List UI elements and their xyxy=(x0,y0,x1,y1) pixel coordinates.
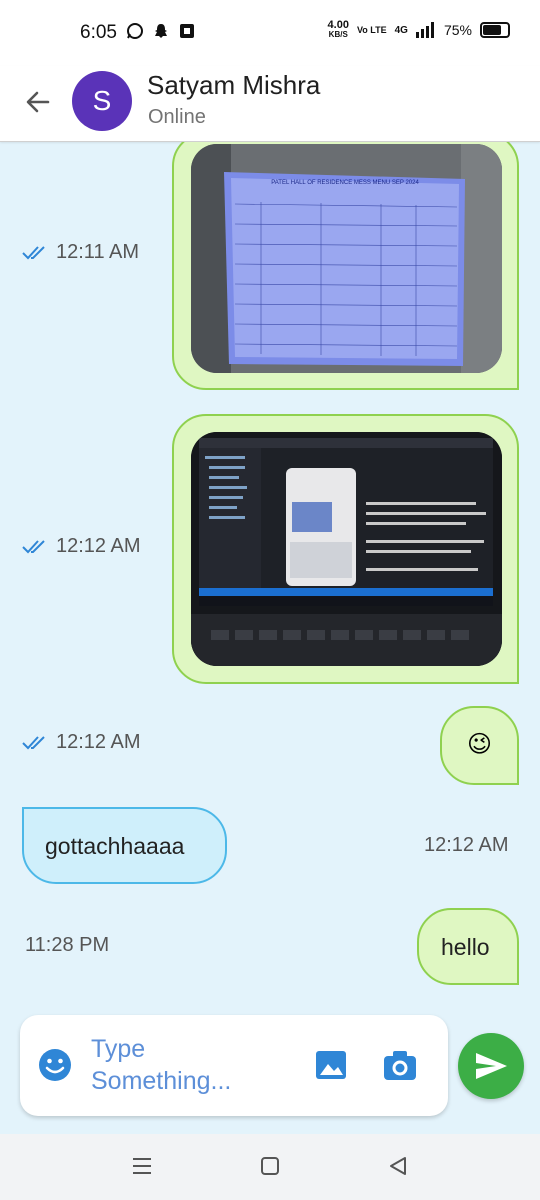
back-nav-icon[interactable] xyxy=(386,1154,410,1178)
battery-icon xyxy=(480,22,510,38)
screen-photo xyxy=(191,432,502,666)
message-composer: Type Something... xyxy=(20,1015,448,1116)
message-bubble-image[interactable] xyxy=(172,414,519,684)
contact-name[interactable]: Satyam Mishra xyxy=(147,70,320,101)
network-speed: 4.00 KB/S xyxy=(327,19,349,40)
signal-label: 4G xyxy=(394,24,408,36)
status-time: 6:05 xyxy=(80,22,117,43)
mess-menu-photo xyxy=(191,144,502,373)
chat-header: S Satyam Mishra Online xyxy=(0,66,540,142)
app-icon xyxy=(180,24,194,38)
signal-icon xyxy=(415,22,434,38)
message-time: 11:28 PM xyxy=(25,934,110,956)
back-arrow-icon xyxy=(26,91,50,113)
contact-status: Online xyxy=(148,106,206,128)
status-bar: 6:05 4.00 KB/S Vo LTE 4G 75% xyxy=(0,0,540,66)
message-bubble-received[interactable]: gottachhaaaa xyxy=(22,807,227,884)
message-photo[interactable] xyxy=(191,432,502,666)
message-time: 12:12 AM xyxy=(56,731,141,753)
send-button[interactable] xyxy=(458,1033,524,1099)
emoji-icon[interactable] xyxy=(38,1048,72,1082)
message-bubble-image[interactable]: PATEL HALL OF RESIDENCE MESS MENU SEP 20… xyxy=(172,142,519,390)
gallery-icon[interactable] xyxy=(314,1048,348,1082)
message-bubble-sent[interactable]: hello xyxy=(417,908,519,985)
message-text: hello xyxy=(441,934,490,960)
avatar[interactable]: S xyxy=(72,71,132,131)
double-check-icon xyxy=(22,735,45,749)
message-photo[interactable]: PATEL HALL OF RESIDENCE MESS MENU SEP 20… xyxy=(191,144,502,373)
message-emoji: 😉 xyxy=(466,730,493,758)
message-meta: 12:12 AM xyxy=(22,535,141,558)
chat-area[interactable]: 12:11 AM PATEL HALL OF RESIDENCE MESS ME xyxy=(0,142,540,1132)
message-time: 12:11 AM xyxy=(56,241,140,263)
menu-icon[interactable] xyxy=(130,1154,154,1178)
back-button[interactable] xyxy=(18,82,58,122)
battery-percent: 75% xyxy=(443,22,472,38)
message-input[interactable]: Type Something... xyxy=(91,1033,281,1097)
notification-icons xyxy=(126,22,196,40)
status-right: 4.00 KB/S Vo LTE 4G 75% xyxy=(328,20,510,40)
message-bubble-emoji[interactable]: 😉 xyxy=(440,706,519,785)
message-meta: 12:12 AM xyxy=(424,834,509,857)
message-time: 12:12 AM xyxy=(424,834,509,856)
photo-caption: PATEL HALL OF RESIDENCE MESS MENU SEP 20… xyxy=(271,180,419,186)
volte-label: Vo LTE xyxy=(356,25,387,35)
message-meta: 12:11 AM xyxy=(22,241,139,264)
message-time: 12:12 AM xyxy=(56,535,141,557)
whatsapp-icon xyxy=(127,23,143,39)
home-icon[interactable] xyxy=(258,1154,282,1178)
camera-icon[interactable] xyxy=(382,1048,418,1082)
message-text: gottachhaaaa xyxy=(45,833,185,859)
send-icon xyxy=(476,1053,507,1079)
message-meta: 11:28 PM xyxy=(25,934,109,957)
double-check-icon xyxy=(22,539,45,553)
message-meta: 12:12 AM xyxy=(22,731,141,754)
double-check-icon xyxy=(22,245,45,259)
snapchat-icon xyxy=(155,24,167,38)
system-nav-bar xyxy=(0,1134,540,1200)
